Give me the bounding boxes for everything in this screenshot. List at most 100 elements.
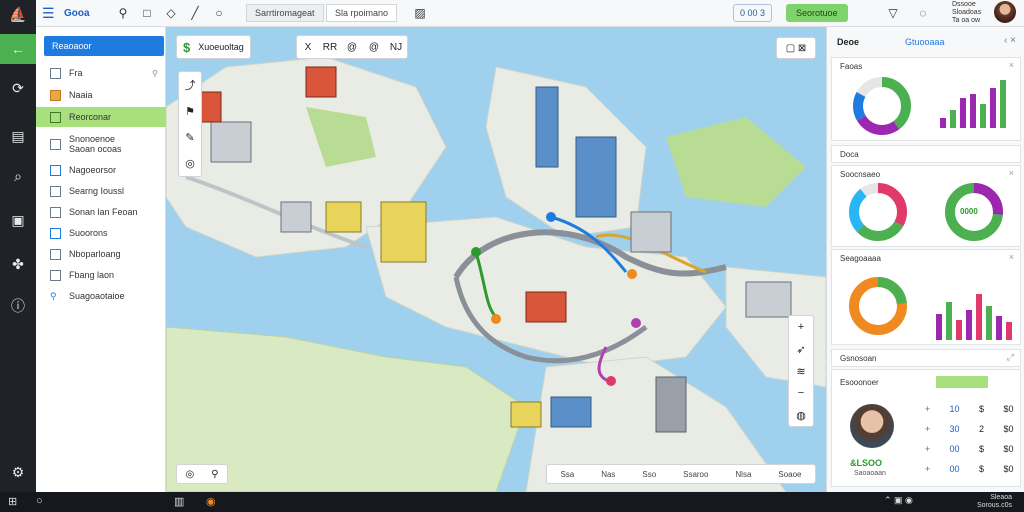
profile-avatar[interactable]: [850, 404, 894, 448]
pen-tool-icon[interactable]: ⚲: [114, 4, 132, 22]
layers-icon[interactable]: ≋: [789, 360, 813, 382]
sidebar-item-label: Snonoenoe Saoan ocoas: [69, 134, 122, 154]
map-title-bar[interactable]: $ Xuoeuoltag: [176, 35, 251, 59]
map-tool-2[interactable]: RR: [319, 42, 341, 53]
chart-graphics: [849, 183, 1003, 241]
map-tool-4[interactable]: @: [363, 42, 385, 53]
profile-stat-row: + 10 $ $0: [920, 404, 1016, 414]
sidebar-item-1[interactable]: Naaia: [36, 85, 166, 105]
zoom-out-icon[interactable]: −: [789, 382, 813, 404]
chart-icon[interactable]: ▤: [6, 124, 30, 148]
stat-cell: $: [978, 404, 984, 414]
sidebar-item-8[interactable]: Nboparloang: [36, 244, 166, 264]
legend-item[interactable]: Ssaroo: [683, 470, 708, 479]
sidebar-item-6[interactable]: Sonan lan Feoan: [36, 202, 166, 222]
legend-item[interactable]: Nas: [601, 470, 615, 479]
map-tool-3[interactable]: @: [341, 42, 363, 53]
sidebar-item-label: Suoorons: [69, 228, 108, 238]
map-tool-group: X RR @ @ NJ: [296, 35, 408, 59]
browser-icon[interactable]: ◉: [206, 495, 216, 508]
settings-gear-icon[interactable]: ⚙: [6, 460, 30, 484]
sidebar-item-label: Nagoeorsor: [69, 165, 117, 175]
tag-tool-icon[interactable]: ◇: [162, 4, 180, 22]
compass-icon[interactable]: ➶: [789, 338, 813, 360]
legend-item[interactable]: Nlsa: [735, 470, 751, 479]
stat-cell: 30: [949, 424, 960, 434]
map-canvas[interactable]: $ Xuoeuoltag X RR @ @ NJ ⤴ ⚑ ✎ ◎ ▢ ⊠ + ➶…: [166, 27, 826, 492]
search-icon[interactable]: ⌕: [6, 164, 30, 188]
chart-graphics: [853, 77, 1006, 135]
filter-icon[interactable]: ▽: [884, 4, 902, 22]
pin-icon[interactable]: ⚲: [211, 469, 218, 480]
locate-icon[interactable]: ◍: [789, 404, 813, 426]
start-windows-icon[interactable]: ⊞: [8, 495, 17, 508]
panel-header[interactable]: Reaoaoor: [44, 36, 164, 56]
sidebar-item-7[interactable]: Suoorons: [36, 223, 166, 243]
legend-item[interactable]: Soaoe: [778, 470, 801, 479]
bell-icon[interactable]: ◌: [914, 4, 932, 22]
sidebar-item-0[interactable]: Fra ⚲: [36, 63, 166, 83]
search-circle-icon[interactable]: ○: [36, 495, 43, 507]
sidebar-item-label: Naaia: [69, 90, 93, 100]
stat-cell: $: [978, 464, 984, 474]
sidebar-item-label: Suagoaotaioe: [69, 291, 125, 301]
task-view-icon[interactable]: ▥: [174, 495, 184, 508]
square-tool-icon[interactable]: □: [138, 4, 156, 22]
stat-cell: $0: [1003, 404, 1014, 414]
card-title: Doca: [840, 150, 859, 159]
back-arrow-icon[interactable]: ←: [0, 34, 36, 64]
stat-cell: $0: [1003, 444, 1014, 454]
clock-time: Sleaoa: [990, 494, 1012, 501]
folder-icon: [50, 89, 61, 101]
sidebar-item-9[interactable]: Fbang laon: [36, 265, 166, 285]
home-logo-icon[interactable]: ⛵: [6, 2, 30, 26]
legend-item[interactable]: Ssa: [560, 470, 574, 479]
map-tool-close[interactable]: X: [297, 42, 319, 53]
stat-cell: 2: [978, 424, 984, 434]
tray-icons[interactable]: ⌃ ▣ ◉: [884, 495, 913, 506]
line-tool-icon[interactable]: ╱: [186, 4, 204, 22]
puzzle-icon[interactable]: ✤: [6, 252, 30, 276]
layers-panel: Reaoaoor Fra ⚲ Naaia Reorconar Snonoenoe…: [36, 27, 166, 492]
close-icon[interactable]: ‹ ×: [1004, 35, 1016, 46]
profile-stat-row: + 00 $ $0: [920, 444, 1016, 454]
tab-1[interactable]: Sarrtiromageat: [246, 4, 324, 22]
circle-tool-icon[interactable]: ○: [210, 4, 228, 22]
sidebar-item-2[interactable]: Reorconar: [36, 107, 166, 127]
stat-cell: +: [924, 424, 931, 434]
sidebar-item-5[interactable]: Searng Ioussl: [36, 181, 166, 201]
sidebar-item-label: Searng Ioussl: [69, 186, 125, 196]
user-avatar[interactable]: [994, 1, 1016, 23]
folder-icon[interactable]: ▣: [6, 208, 30, 232]
marker-tool-icon[interactable]: ⚑: [179, 98, 201, 124]
locate-icon[interactable]: ◎: [185, 469, 194, 480]
tab-2[interactable]: Sla rpoimano: [326, 4, 398, 22]
primary-action-button[interactable]: Seorotuoe: [786, 4, 848, 22]
sidebar-item-3[interactable]: Snonoenoe Saoan ocoas: [36, 131, 166, 157]
expand-icon[interactable]: ⤢: [1007, 352, 1014, 363]
profile-card: Esooonoer &LSOO Saoaoaan + 10 $ $0 + 30 …: [831, 369, 1021, 487]
legend-item[interactable]: Sso: [642, 470, 656, 479]
zoom-in-icon[interactable]: +: [789, 316, 813, 338]
stat-cell: 10: [949, 404, 960, 414]
sidebar-item-label: Nboparloang: [69, 249, 121, 259]
sidebar-item-10[interactable]: ⚲ Suagoaotaioe: [36, 286, 166, 306]
draw-tool-icon[interactable]: ✎: [179, 124, 201, 150]
hamburger-menu-icon[interactable]: ☰: [42, 4, 58, 22]
map-vertical-tools: ⤴ ⚑ ✎ ◎: [178, 71, 202, 177]
top-label-3: Ta oa ow: [952, 17, 981, 24]
map-tool-5[interactable]: NJ: [385, 42, 407, 53]
map-legend: Ssa Nas Sso Ssaroo Nlsa Soaoe: [546, 464, 816, 484]
image-tool-icon[interactable]: ▨: [411, 4, 429, 22]
status-chip[interactable]: 0 00 3: [733, 4, 773, 22]
system-clock[interactable]: Sleaoa Sorous.c0s: [977, 494, 1012, 510]
measure-tool-icon[interactable]: ◎: [179, 150, 201, 176]
info-icon[interactable]: ⓘ: [6, 294, 30, 318]
map-view-toggle[interactable]: ▢ ⊠: [776, 37, 816, 59]
stat-cell: $0: [1003, 464, 1014, 474]
sync-icon[interactable]: ⟳: [6, 76, 30, 100]
sidebar-item-4[interactable]: Nagoeorsor: [36, 160, 166, 180]
route-tool-icon[interactable]: ⤴: [179, 72, 201, 98]
pin-icon[interactable]: ⚲: [152, 69, 158, 78]
panel-subtitle[interactable]: Gtuooaaa: [905, 37, 945, 47]
